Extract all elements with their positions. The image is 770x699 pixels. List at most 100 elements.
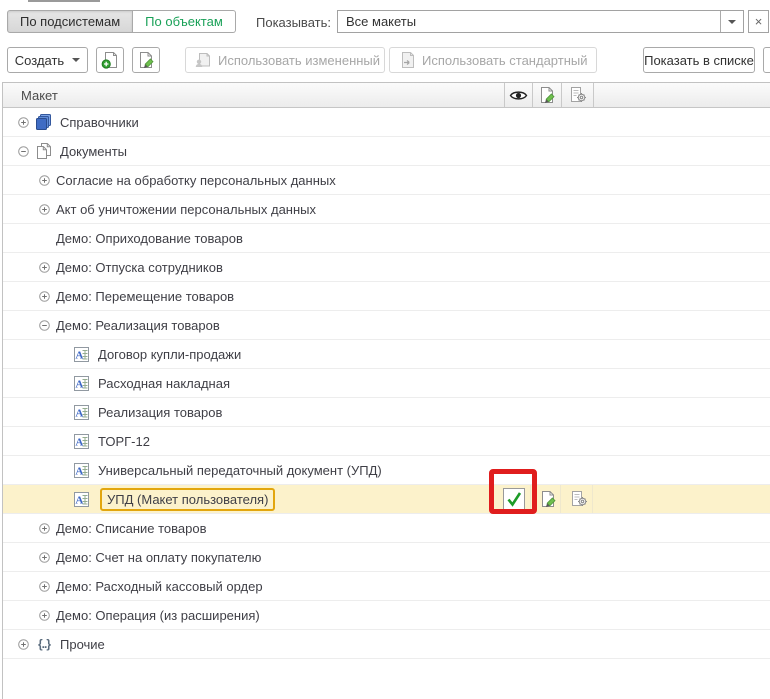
column-separator xyxy=(530,485,531,513)
tree-row-label: Согласие на обработку персональных данны… xyxy=(56,173,336,188)
expander-plus-icon[interactable] xyxy=(39,523,50,534)
svg-text:A: A xyxy=(75,465,83,477)
expander-plus-icon[interactable] xyxy=(39,204,50,215)
tree-row-label: Демо: Расходный кассовый ордер xyxy=(56,579,263,594)
tree-row[interactable]: Согласие на обработку персональных данны… xyxy=(3,166,770,195)
template-icon: A xyxy=(72,490,90,508)
use-modified-icon xyxy=(194,51,212,69)
edit-template-icon[interactable] xyxy=(532,83,561,107)
column-header-layout-label: Макет xyxy=(21,88,58,103)
edit-template-button[interactable] xyxy=(132,47,160,73)
expander-plus-icon[interactable] xyxy=(39,291,50,302)
tree-row-label: Демо: Оприходование товаров xyxy=(56,231,243,246)
template-icon: A xyxy=(72,461,90,479)
expander-plus-icon[interactable] xyxy=(18,639,29,650)
expander-plus-icon[interactable] xyxy=(39,610,50,621)
tree-row-label: Демо: Списание товаров xyxy=(56,521,207,536)
tree-row[interactable]: AУПД (Макет пользователя) xyxy=(3,485,770,514)
tree-row[interactable]: Акт об уничтожении персональных данных xyxy=(3,195,770,224)
expander-plus-icon[interactable] xyxy=(39,175,50,186)
show-in-list-label: Показать в списке xyxy=(644,53,754,68)
tree-row-label: Демо: Отпуска сотрудников xyxy=(56,260,223,275)
documents-icon xyxy=(35,142,53,160)
tree-row-label: Демо: Операция (из расширения) xyxy=(56,608,260,623)
add-template-icon xyxy=(101,51,119,69)
tree-row[interactable]: Демо: Счет на оплату покупателю xyxy=(3,543,770,572)
tree-row[interactable]: Демо: Реализация товаров xyxy=(3,311,770,340)
cutoff-element-edge xyxy=(28,0,100,2)
column-separator xyxy=(560,485,561,513)
table-header: Макет xyxy=(3,82,770,108)
column-header-empty xyxy=(593,83,770,107)
expander-minus-icon[interactable] xyxy=(18,146,29,157)
tree-row-label: Демо: Реализация товаров xyxy=(56,318,220,333)
svg-text:A: A xyxy=(75,349,83,361)
close-glyph: × xyxy=(755,14,763,29)
close-icon[interactable]: × xyxy=(748,10,769,33)
expander-plus-icon[interactable] xyxy=(18,117,29,128)
tree-row-label: Договор купли-продажи xyxy=(98,347,241,362)
view-mode-tabs: По подсистемам По объектам xyxy=(7,10,236,33)
column-header-layout[interactable]: Макет xyxy=(3,83,504,107)
template-icon: A xyxy=(72,403,90,421)
tree-row-label: Расходная накладная xyxy=(98,376,230,391)
chevron-down-icon xyxy=(72,58,80,62)
templates-tree-table: Макет Справочники Документы Согласие на об… xyxy=(2,82,770,699)
tab-by-objects-label: По объектам xyxy=(145,14,223,29)
use-modified-label: Использовать измененный xyxy=(218,53,380,68)
tree-row[interactable]: Демо: Отпуска сотрудников xyxy=(3,253,770,282)
tree-row[interactable]: Демо: Операция (из расширения) xyxy=(3,601,770,630)
tree-row-label: Прочие xyxy=(60,637,105,652)
tree-row[interactable]: Справочники xyxy=(3,108,770,137)
tree-row-label: Реализация товаров xyxy=(98,405,222,420)
eye-icon[interactable] xyxy=(504,83,532,107)
column-separator xyxy=(592,485,593,513)
expander-plus-icon[interactable] xyxy=(39,581,50,592)
modified-checkbox-icon[interactable] xyxy=(503,488,525,510)
add-template-button[interactable] xyxy=(96,47,124,73)
tree-row[interactable]: Демо: Расходный кассовый ордер xyxy=(3,572,770,601)
use-standard-button: Использовать стандартный xyxy=(389,47,597,73)
tree-row[interactable]: {..} Прочие xyxy=(3,630,770,659)
template-settings-icon[interactable] xyxy=(570,490,588,508)
template-manager-window: { "view_tabs": { "by_subsystems": "По по… xyxy=(0,0,770,699)
tree-row[interactable]: Документы xyxy=(3,137,770,166)
svg-text:A: A xyxy=(75,494,83,506)
tree-row-label: Акт об уничтожении персональных данных xyxy=(56,202,316,217)
tree-row[interactable]: Демо: Списание товаров xyxy=(3,514,770,543)
tab-by-objects[interactable]: По объектам xyxy=(133,10,236,33)
tree-row[interactable]: A Расходная накладная xyxy=(3,369,770,398)
chevron-down-glyph xyxy=(728,20,736,24)
template-settings-icon[interactable] xyxy=(561,83,593,107)
show-filter-label: Показывать: xyxy=(256,15,331,30)
show-filter-combo xyxy=(337,10,744,33)
create-button[interactable]: Создать xyxy=(7,47,88,73)
show-in-list-button[interactable]: Показать в списке xyxy=(643,47,755,73)
tab-by-subsystems[interactable]: По подсистемам xyxy=(7,10,133,33)
tree-row-label: Демо: Перемещение товаров xyxy=(56,289,234,304)
tree-row[interactable]: AТОРГ-12 xyxy=(3,427,770,456)
catalogs-icon xyxy=(35,113,53,131)
tree-row-label: Демо: Счет на оплату покупателю xyxy=(56,550,261,565)
edit-template-icon[interactable] xyxy=(539,490,557,508)
braces-icon: {..} xyxy=(35,635,53,653)
tree-row[interactable]: Демо: Перемещение товаров xyxy=(3,282,770,311)
use-standard-label: Использовать стандартный xyxy=(422,53,588,68)
tree-row-label: Универсальный передаточный документ (УПД… xyxy=(98,463,382,478)
partial-cutoff-button[interactable] xyxy=(763,47,770,73)
tree-rows: Справочники Документы Согласие на обработк… xyxy=(3,108,770,659)
expander-plus-icon[interactable] xyxy=(39,262,50,273)
svg-text:A: A xyxy=(75,436,83,448)
tree-row-label: Справочники xyxy=(60,115,139,130)
tree-row[interactable]: A Универсальный передаточный документ (УП… xyxy=(3,456,770,485)
edit-template-icon xyxy=(137,51,155,69)
tree-row[interactable]: A Реализация товаров xyxy=(3,398,770,427)
expander-minus-icon[interactable] xyxy=(39,320,50,331)
tree-row[interactable]: Демо: Оприходование товаров xyxy=(3,224,770,253)
show-filter-input[interactable] xyxy=(338,11,720,32)
tree-row[interactable]: A Договор купли-продажи xyxy=(3,340,770,369)
svg-text:A: A xyxy=(75,407,83,419)
chevron-down-icon[interactable] xyxy=(720,11,743,32)
svg-text:A: A xyxy=(75,378,83,390)
expander-plus-icon[interactable] xyxy=(39,552,50,563)
